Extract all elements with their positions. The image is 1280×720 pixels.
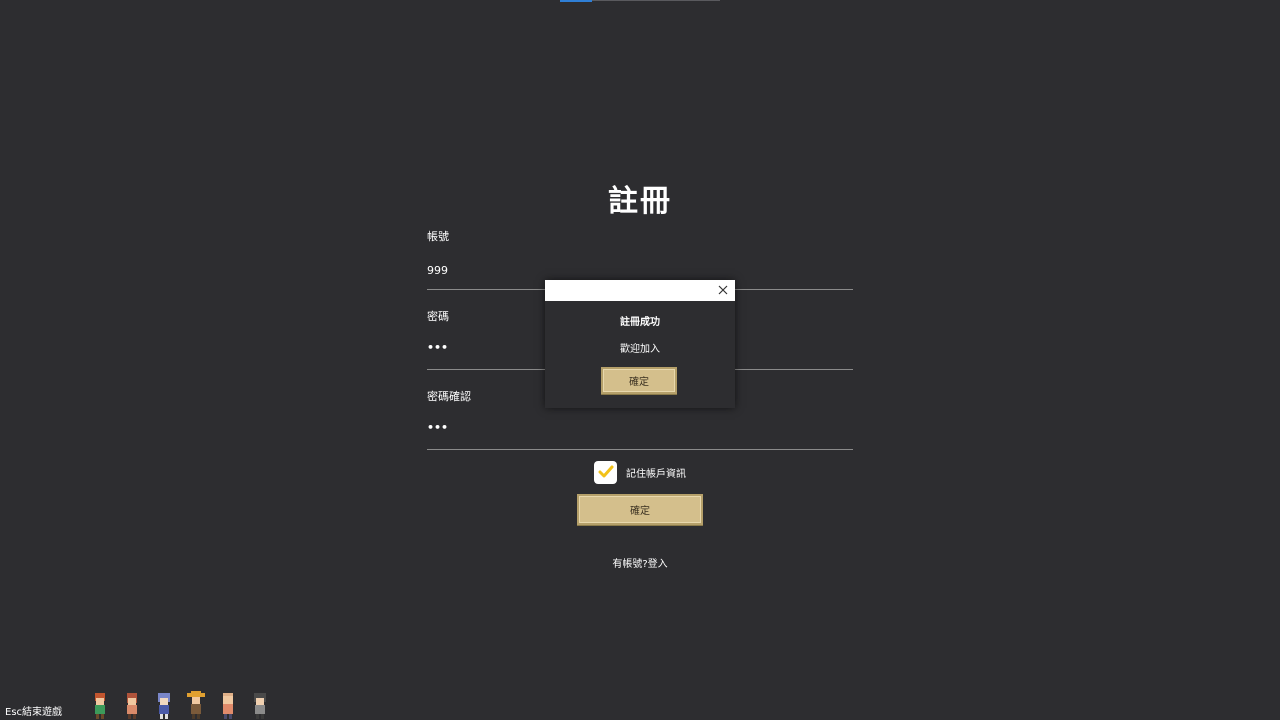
remember-label: 記住帳戶資訊 <box>626 468 686 480</box>
login-link[interactable]: 有帳號?登入 <box>0 555 1280 570</box>
close-icon <box>718 285 728 295</box>
dialog-confirm-button[interactable]: 確定 <box>601 367 677 394</box>
password-confirm-input[interactable]: ••• <box>427 421 448 434</box>
character-brown-hair-icon[interactable] <box>120 690 144 720</box>
remember-checkbox[interactable] <box>594 460 617 484</box>
exit-game-hint: Esc結束遊戲 <box>5 707 63 718</box>
character-red-hair-icon[interactable] <box>88 690 112 720</box>
account-input[interactable]: 999 <box>427 264 448 277</box>
character-bald-icon[interactable] <box>216 690 240 720</box>
character-blue-hair-icon[interactable] <box>152 690 176 720</box>
account-label: 帳號 <box>427 230 449 243</box>
character-straw-hat-icon[interactable] <box>184 690 208 720</box>
account-field: 帳號 999 <box>427 228 853 290</box>
password-input[interactable]: ••• <box>427 341 448 354</box>
password-confirm-underline <box>427 449 853 450</box>
checkmark-icon <box>598 465 613 478</box>
dialog-header <box>545 280 735 301</box>
character-dark-hair-icon[interactable] <box>248 690 272 720</box>
submit-button[interactable]: 確定 <box>577 494 703 525</box>
success-dialog: 註冊成功 歡迎加入 確定 <box>545 280 735 408</box>
dialog-message: 歡迎加入 <box>620 344 660 355</box>
remember-account-option[interactable]: 記住帳戶資訊 <box>594 460 686 484</box>
page-title: 註冊 <box>608 184 672 219</box>
character-roster <box>88 690 272 720</box>
dialog-title: 註冊成功 <box>620 317 660 328</box>
progress-segment <box>560 0 592 2</box>
top-progress-bar <box>560 0 720 2</box>
close-button[interactable] <box>715 282 731 298</box>
